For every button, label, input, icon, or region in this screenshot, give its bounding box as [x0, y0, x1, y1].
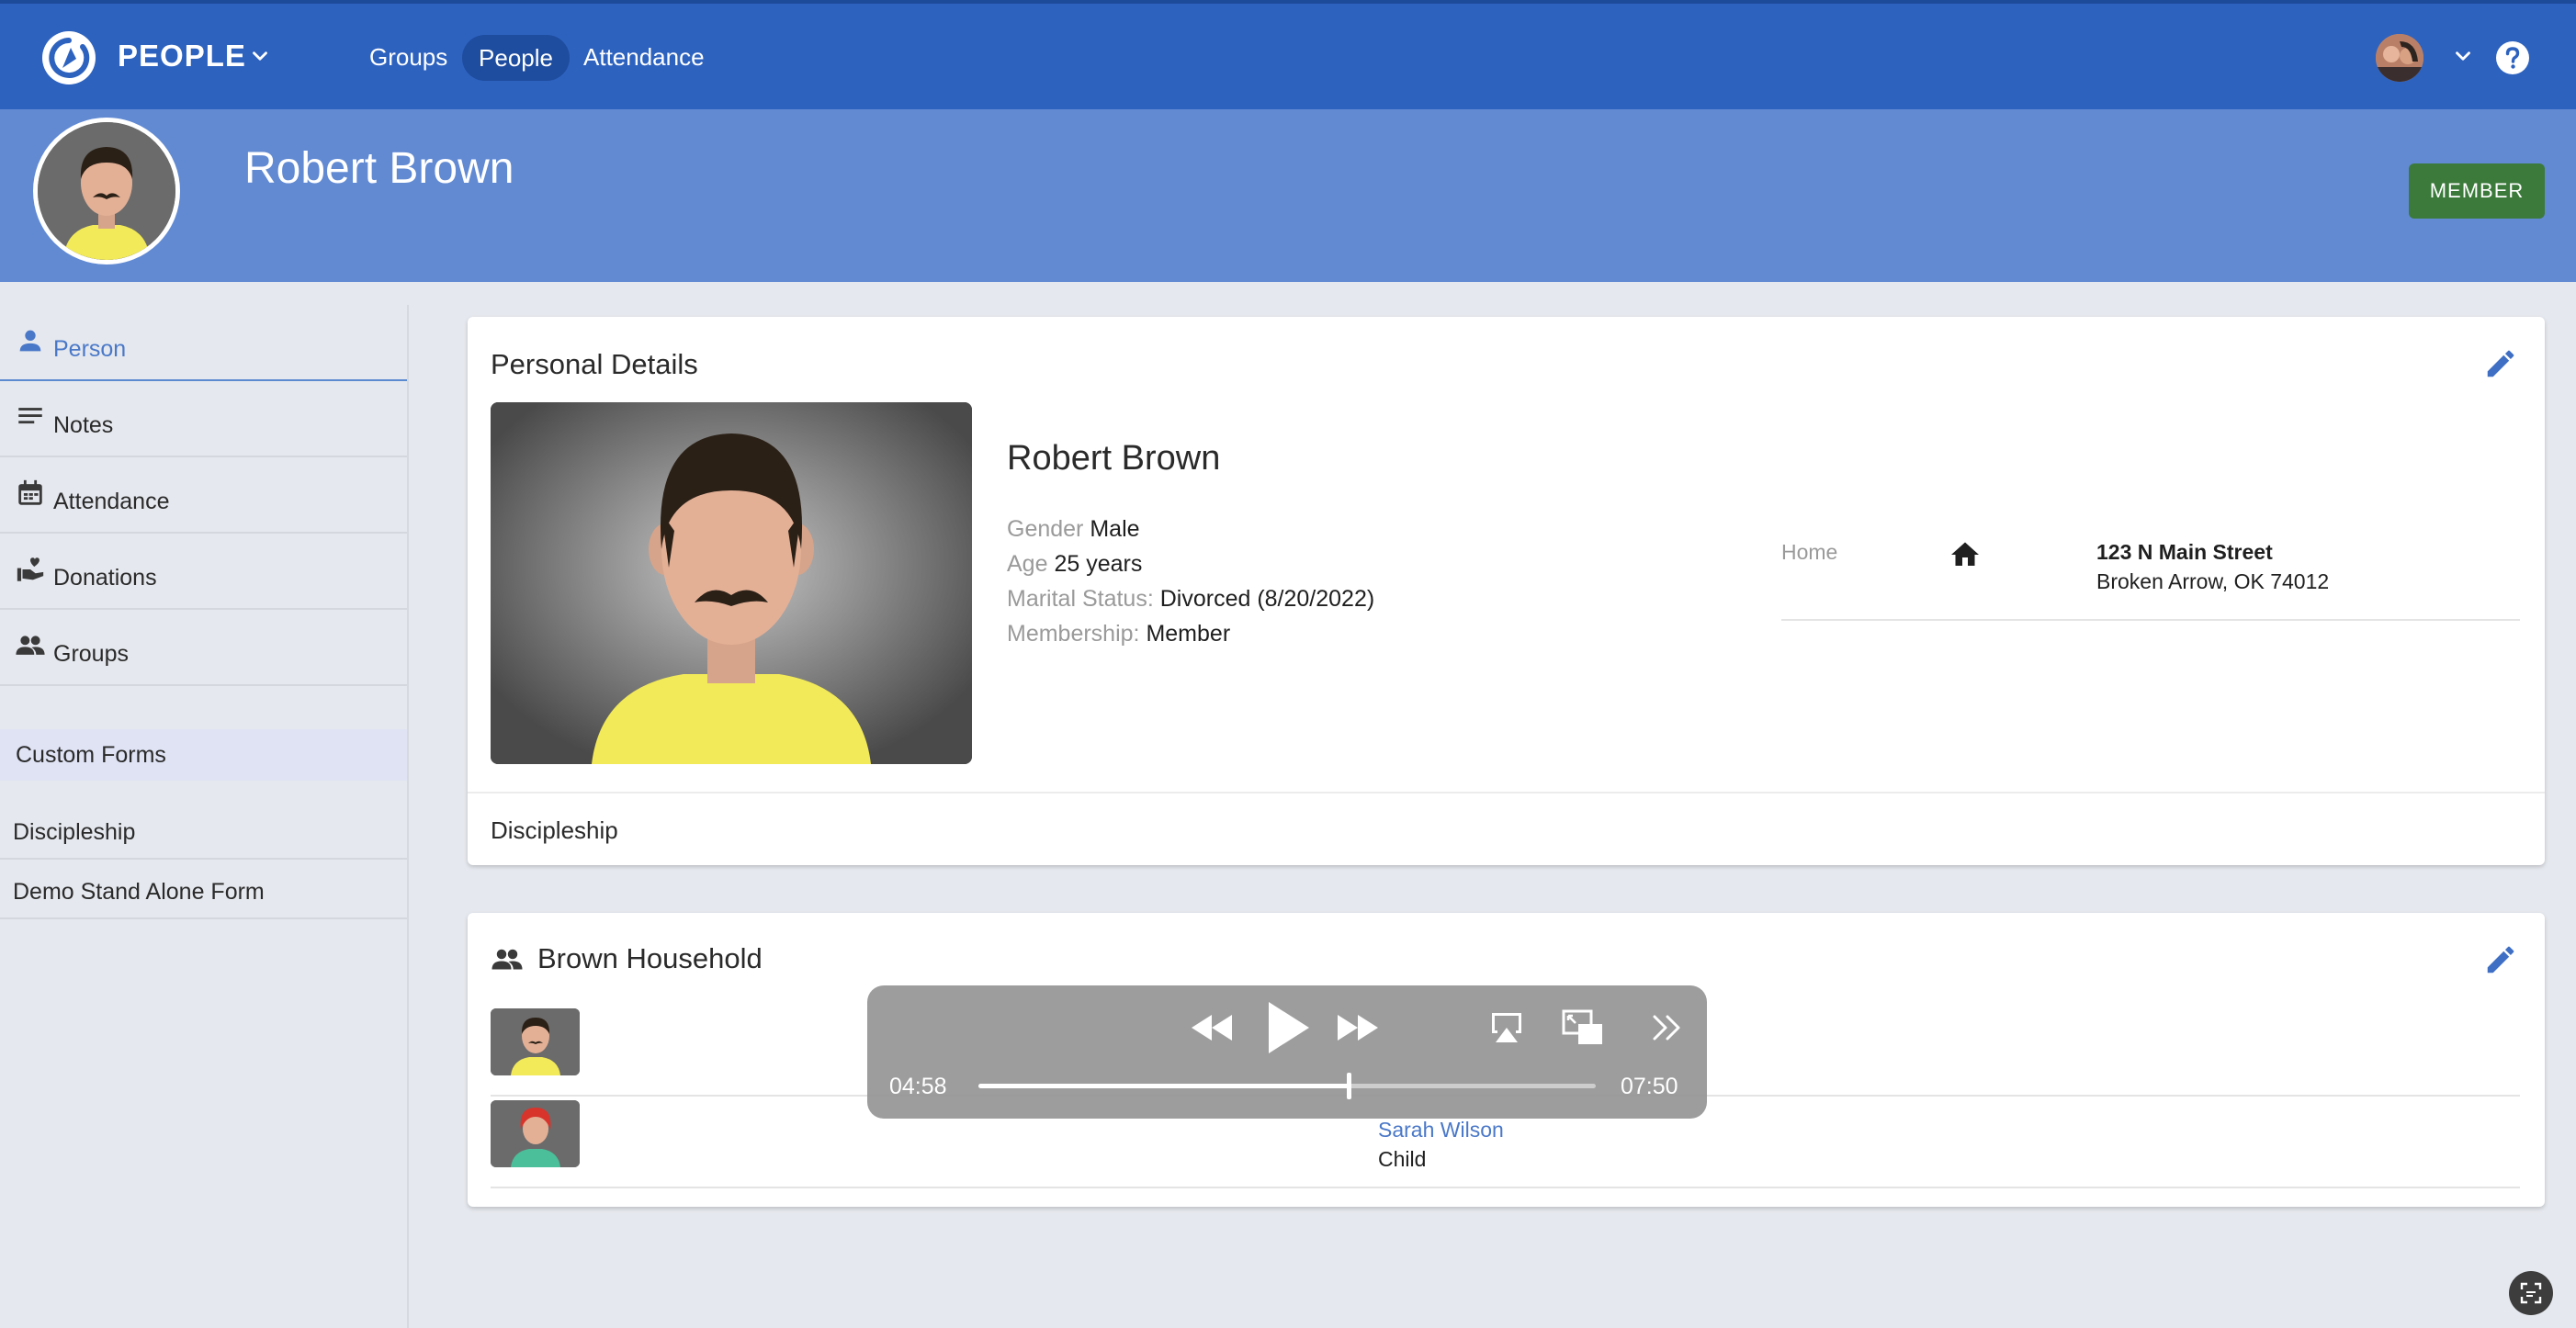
scan-icon[interactable]: [2509, 1271, 2553, 1315]
marital-row: Marital Status: Divorced (8/20/2022): [1007, 586, 1374, 613]
profile-name: Robert Brown: [244, 144, 514, 193]
card-title: Personal Details: [491, 348, 698, 380]
person-photo: [491, 402, 972, 764]
airplay-icon[interactable]: [1488, 1011, 1525, 1044]
personal-details-card: Personal Details Robert Brown Gender Mal…: [468, 317, 2545, 865]
app-title[interactable]: PEOPLE: [118, 39, 246, 73]
marital-value: Divorced (8/20/2022): [1159, 586, 1375, 612]
sidebar-item-notes[interactable]: Notes: [0, 381, 407, 457]
sidebar-item-donations[interactable]: Donations: [0, 534, 407, 610]
person-icon: [19, 330, 41, 352]
sidebar-item-person[interactable]: Person: [0, 305, 407, 381]
chevron-down-icon[interactable]: [248, 44, 272, 68]
progress-slider[interactable]: [978, 1073, 1596, 1099]
divider: [1781, 619, 2520, 621]
gender-label: Gender: [1007, 516, 1084, 542]
sidebar-item-label: Donations: [53, 565, 157, 591]
sidebar-item-label: Attendance: [53, 489, 170, 514]
age-label: Age: [1007, 551, 1048, 577]
pencil-icon[interactable]: [2483, 346, 2518, 381]
picture-in-picture-icon[interactable]: [1562, 1009, 1604, 1046]
marital-label: Marital Status:: [1007, 586, 1154, 612]
remaining-time: 07:50: [1621, 1074, 1678, 1099]
member-photo: [491, 1100, 580, 1167]
nav-groups[interactable]: Groups: [369, 34, 447, 80]
form-item-label: Discipleship: [13, 819, 136, 845]
custom-forms-label: Custom Forms: [16, 742, 166, 768]
sidebar-item-groups[interactable]: Groups: [0, 610, 407, 686]
member-photo: [491, 1008, 580, 1075]
group-icon: [491, 949, 523, 970]
elapsed-time: 04:58: [889, 1074, 947, 1099]
custom-forms-header: Custom Forms: [0, 729, 407, 781]
help-circle-icon[interactable]: [2495, 40, 2530, 75]
media-player-overlay: 04:58 07:50: [867, 985, 1707, 1119]
member-name[interactable]: Sarah Wilson: [1378, 1118, 1504, 1142]
profile-banner: [0, 109, 2576, 282]
rewind-icon[interactable]: [1190, 1011, 1234, 1044]
form-item-demo-stand-alone[interactable]: Demo Stand Alone Form: [0, 861, 407, 919]
user-avatar[interactable]: [2376, 34, 2423, 82]
membership-label: Membership:: [1007, 621, 1140, 647]
form-tab-discipleship[interactable]: Discipleship: [491, 816, 618, 845]
member-role: Child: [1378, 1147, 1427, 1171]
gender-row: Gender Male: [1007, 516, 1140, 543]
form-item-discipleship[interactable]: Discipleship: [0, 801, 407, 860]
form-item-label: Demo Stand Alone Form: [13, 879, 265, 905]
app-logo-icon[interactable]: [42, 31, 96, 84]
nav-people[interactable]: People: [462, 35, 570, 81]
age-row: Age 25 years: [1007, 551, 1142, 578]
address-line-2: Broken Arrow, OK 74012: [2096, 569, 2330, 593]
profile-photo[interactable]: [33, 118, 180, 264]
chevron-down-icon[interactable]: [2451, 44, 2475, 68]
gender-value: Male: [1090, 516, 1140, 542]
sidebar: Person Notes Attendance Donations Groups…: [0, 305, 409, 1328]
sidebar-item-attendance[interactable]: Attendance: [0, 457, 407, 534]
sidebar-item-label: Groups: [53, 641, 129, 667]
progress-handle[interactable]: [1347, 1073, 1352, 1099]
address-line-1: 123 N Main Street: [2096, 540, 2273, 564]
nav-attendance[interactable]: Attendance: [583, 34, 705, 80]
sidebar-item-label: Person: [53, 336, 127, 362]
membership-row: Membership: Member: [1007, 621, 1230, 647]
notes-icon: [18, 408, 42, 424]
age-value: 25 years: [1054, 551, 1143, 577]
donation-hand-icon: [17, 557, 44, 581]
double-chevron-right-icon[interactable]: [1651, 1013, 1684, 1042]
home-icon: [1951, 542, 1979, 566]
pencil-icon[interactable]: [2483, 942, 2518, 977]
person-name: Robert Brown: [1007, 439, 1221, 478]
household-title: Brown Household: [537, 942, 763, 974]
membership-value: Member: [1146, 621, 1231, 647]
sidebar-item-label: Notes: [53, 412, 114, 438]
group-icon: [16, 636, 45, 655]
calendar-icon: [18, 479, 42, 505]
play-icon[interactable]: [1263, 1000, 1311, 1055]
top-bar: PEOPLE Groups People Attendance: [0, 0, 2576, 109]
address-type-label: Home: [1781, 540, 1838, 564]
member-badge[interactable]: MEMBER: [2409, 163, 2545, 219]
fast-forward-icon[interactable]: [1336, 1011, 1380, 1044]
progress-fill: [978, 1084, 1350, 1088]
divider: [468, 792, 2545, 793]
